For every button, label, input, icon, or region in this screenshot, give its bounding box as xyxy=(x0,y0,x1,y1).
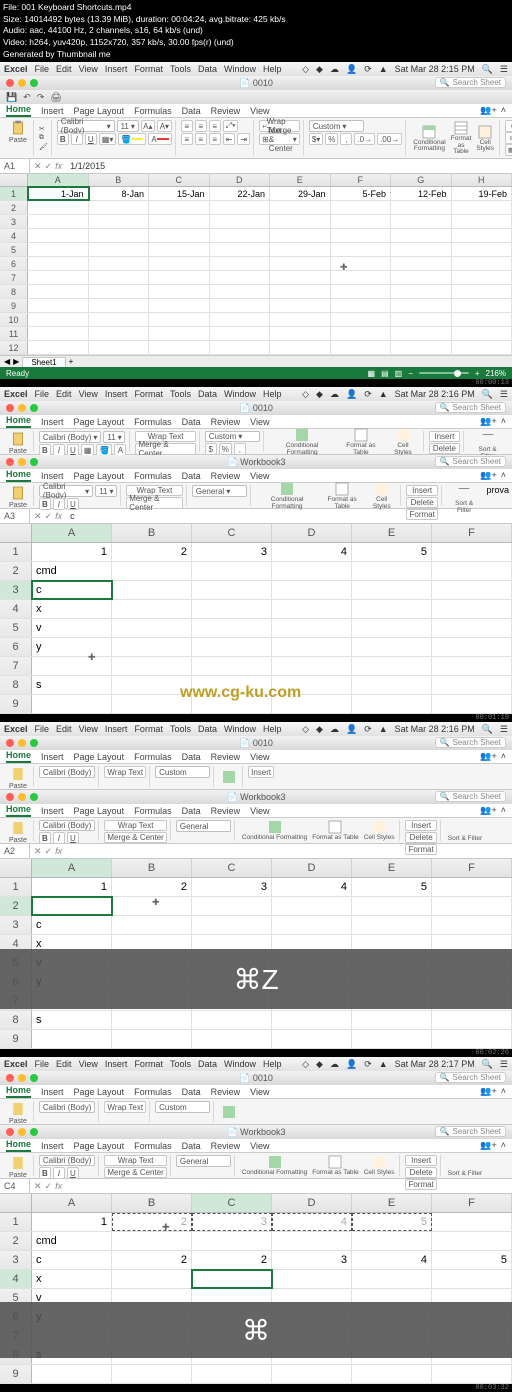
formula-bar: A1 ✕✓fx 1/1/2015 xyxy=(0,159,512,174)
ribbon-tabs: Home Insert Page Layout Formulas Data Re… xyxy=(0,104,512,118)
tab-data[interactable]: Data xyxy=(182,106,201,116)
copy-icon[interactable]: ⧉ xyxy=(39,134,48,142)
orientation-icon[interactable]: ⤢▾ xyxy=(223,120,239,132)
zoom-slider[interactable] xyxy=(419,372,469,374)
italic-button[interactable]: I xyxy=(71,133,83,145)
tab-page-layout[interactable]: Page Layout xyxy=(74,106,125,116)
underline-button[interactable]: U xyxy=(85,133,97,145)
ribbon: Paste ✂ ⧉ 🖌 Calibri (Body) ▾ 11 ▾ A▴ A▾ … xyxy=(0,118,512,159)
quick-access-toolbar: 💾 ↶ ↷ 🖨 xyxy=(0,90,512,104)
format-as-table-button[interactable]: Format as Table xyxy=(449,120,474,156)
window-titlebar: 📄 0010 🔍 Search Sheet xyxy=(0,76,512,90)
name-box[interactable]: A1 xyxy=(0,159,30,173)
number-format[interactable]: Custom ▾ xyxy=(309,120,364,132)
share-icon[interactable]: 👥+ xyxy=(480,105,496,116)
mac-menubar: Excel File Edit View Insert Format Tools… xyxy=(0,62,512,76)
tab-home[interactable]: Home xyxy=(6,104,31,117)
save-icon[interactable]: 💾 xyxy=(6,92,17,103)
ffmpeg-output: File: 001 Keyboard Shortcuts.mp4 Size: 1… xyxy=(0,0,512,62)
cut-icon[interactable]: ✂ xyxy=(39,125,48,133)
tab-review[interactable]: Review xyxy=(211,106,241,116)
border-button[interactable]: ▦▾ xyxy=(99,133,117,145)
cell-styles-button[interactable]: Cell Styles xyxy=(474,124,496,153)
font-color-button[interactable]: A xyxy=(148,133,171,145)
insert-cells-button[interactable]: ⊕ Insert ▾ xyxy=(505,120,512,132)
indent-increase-icon[interactable]: ⇥ xyxy=(237,133,250,145)
increase-font-icon[interactable]: A▴ xyxy=(141,120,156,132)
decrease-decimal-icon[interactable]: .00→ xyxy=(377,133,402,145)
diamond-icon[interactable]: ◆ xyxy=(316,64,323,75)
page-layout-view-icon[interactable]: ▤ xyxy=(381,369,389,378)
redo-icon[interactable]: ↷ xyxy=(37,92,45,103)
indent-decrease-icon[interactable]: ⇤ xyxy=(223,133,236,145)
align-left-icon[interactable]: ≡ xyxy=(181,133,193,145)
clock[interactable]: Sat Mar 28 2:15 PM xyxy=(395,64,475,74)
decrease-font-icon[interactable]: A▾ xyxy=(157,120,172,132)
shortcut-overlay: ⌘Z xyxy=(0,949,512,1009)
normal-view-icon[interactable]: ▦ xyxy=(368,369,376,378)
tab-formulas[interactable]: Formulas xyxy=(134,106,172,116)
user-icon[interactable]: 👤 xyxy=(346,64,357,75)
mac-menubar: ExcelFileEditViewInsertFormatToolsDataWi… xyxy=(0,722,512,736)
zoom-level[interactable]: 216% xyxy=(486,369,506,378)
percent-icon[interactable]: % xyxy=(325,133,338,145)
spreadsheet-grid[interactable]: ABCDEF 112345 2cmd 3c22345 4x 5v 6y 7 8s… xyxy=(0,1194,512,1384)
shortcut-overlay: ⌘ xyxy=(0,1302,512,1358)
mac-menubar: ExcelFileEditViewInsertFormatToolsDataWi… xyxy=(0,387,512,401)
sheet-tabs: ◀▶ Sheet1 + xyxy=(0,355,512,367)
align-middle-icon[interactable]: ≡ xyxy=(195,120,207,132)
select-all-corner[interactable] xyxy=(0,174,28,186)
notification-icon[interactable]: ☰ xyxy=(500,64,508,75)
format-cells-button[interactable]: ▦ Format ▾ xyxy=(505,144,512,156)
search-sheet-input[interactable]: 🔍 Search Sheet xyxy=(435,77,506,88)
align-right-icon[interactable]: ≡ xyxy=(209,133,221,145)
add-sheet-icon[interactable]: + xyxy=(69,357,74,366)
merge-button[interactable]: ⊞ Merge & Center ▾ xyxy=(259,133,300,145)
font-name[interactable]: Calibri (Body) ▾ xyxy=(57,120,115,132)
format-painter-icon[interactable]: 🖌 xyxy=(39,143,48,151)
tab-insert[interactable]: Insert xyxy=(41,106,64,116)
watermark: www.cg-ku.com xyxy=(180,684,301,702)
align-center-icon[interactable]: ≡ xyxy=(195,133,207,145)
sheet-tab[interactable]: Sheet1 xyxy=(22,357,65,367)
increase-decimal-icon[interactable]: .0→ xyxy=(354,133,375,145)
cell-cursor-icon: ✚ xyxy=(340,262,348,273)
pagebreak-view-icon[interactable]: ▥ xyxy=(395,369,403,378)
delete-cells-button[interactable]: ⊖ Delete ▾ xyxy=(505,132,512,144)
fill-color-button[interactable]: 🪣 xyxy=(118,133,146,145)
paste-button[interactable]: Paste xyxy=(6,120,30,144)
spreadsheet-grid[interactable]: ABCDEF 112345 2 3c 4x 5v 6y 7 8s 9 ✚ ⌘Z xyxy=(0,859,512,1049)
bold-button[interactable]: B xyxy=(57,133,69,145)
enter-fx-icon[interactable]: ✓ xyxy=(45,161,53,172)
wifi-icon[interactable]: ▲ xyxy=(379,64,388,74)
print-icon[interactable]: 🖨 xyxy=(50,92,61,103)
fx-icon[interactable]: fx xyxy=(55,161,62,172)
conditional-formatting-button[interactable]: Conditional Formatting xyxy=(411,124,448,153)
spotlight-icon[interactable]: 🔍 xyxy=(482,64,493,75)
font-size[interactable]: 11 ▾ xyxy=(117,120,139,132)
timemachine-icon[interactable]: ⟳ xyxy=(364,64,372,75)
spreadsheet-grid[interactable]: A B C D E F G H 1 1-Jan 8-Jan 15-Jan 22-… xyxy=(0,174,512,355)
status-bar: Ready ▦ ▤ ▥ −+ 216% xyxy=(0,367,512,379)
comma-icon[interactable]: , xyxy=(340,133,352,145)
cancel-fx-icon[interactable]: ✕ xyxy=(34,161,42,172)
align-bottom-icon[interactable]: ≡ xyxy=(209,120,221,132)
collapse-ribbon-icon[interactable]: ˄ xyxy=(501,105,506,116)
app-name[interactable]: Excel xyxy=(4,64,28,74)
tab-view[interactable]: View xyxy=(250,106,269,116)
formula-input[interactable]: 1/1/2015 xyxy=(66,161,512,171)
timecode: 00:00:13 xyxy=(475,379,509,387)
spreadsheet-grid[interactable]: ABCDEF 112345 2cmd 3c 4x 5v 6y 7 8s 9 ✚ … xyxy=(0,524,512,714)
undo-icon[interactable]: ↶ xyxy=(23,92,31,103)
dropbox-icon[interactable]: ◇ xyxy=(302,64,309,75)
cloud-icon[interactable]: ☁ xyxy=(330,64,339,75)
currency-icon[interactable]: $▾ xyxy=(309,133,323,145)
align-top-icon[interactable]: ≡ xyxy=(181,120,193,132)
cell-cursor-icon: ✚ xyxy=(88,652,96,663)
mac-menubar: ExcelFileEditViewInsertFormatToolsDataWi… xyxy=(0,1057,512,1071)
